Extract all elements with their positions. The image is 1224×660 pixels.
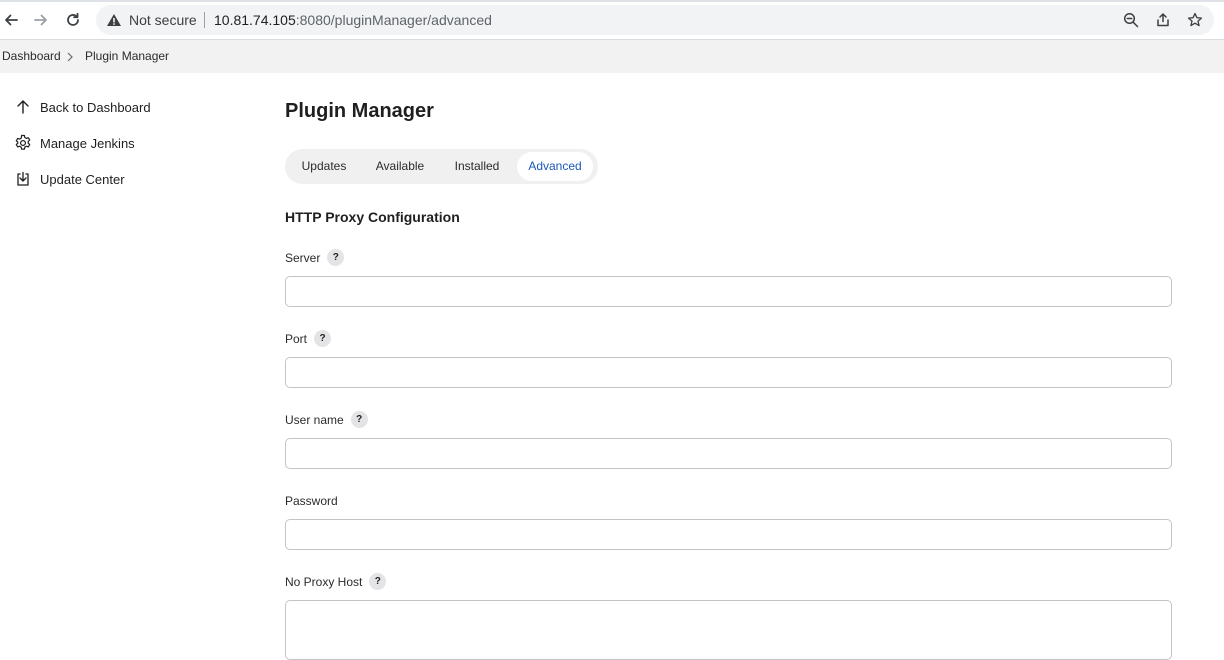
- tab-strip-edge: [0, 0, 1224, 2]
- arrow-up-icon: [14, 98, 32, 116]
- gear-icon: [14, 134, 32, 152]
- section-title: HTTP Proxy Configuration: [285, 209, 460, 225]
- bookmark-star-icon[interactable]: [1187, 12, 1203, 28]
- sidebar-item-label: Back to Dashboard: [40, 99, 151, 115]
- back-icon[interactable]: [0, 9, 22, 31]
- field-label-text: Port: [285, 331, 308, 346]
- tab-bar: Updates Available Installed Advanced: [285, 149, 598, 184]
- breadcrumb-dashboard[interactable]: Dashboard: [2, 49, 61, 63]
- field-label-text: User name: [285, 412, 344, 427]
- chevron-right-icon: [66, 50, 74, 62]
- warning-icon[interactable]: [106, 13, 122, 27]
- username-input[interactable]: [285, 438, 1172, 469]
- field-label-text: Server: [285, 250, 321, 265]
- url-path: :8080/pluginManager/advanced: [295, 12, 492, 28]
- no-proxy-host-field-label: No Proxy Host ?: [285, 573, 387, 590]
- sidebar-item-manage-jenkins[interactable]: Manage Jenkins: [14, 133, 135, 153]
- no-proxy-host-textarea[interactable]: [285, 600, 1172, 660]
- address-bar[interactable]: Not secure 10.81.74.105:8080/pluginManag…: [96, 5, 1214, 35]
- port-field-label: Port ?: [285, 330, 332, 347]
- server-input[interactable]: [285, 276, 1172, 307]
- server-field-label: Server ?: [285, 249, 345, 266]
- password-field-label: Password: [285, 494, 338, 508]
- username-field-label: User name ?: [285, 411, 368, 428]
- browser-toolbar: Not secure 10.81.74.105:8080/pluginManag…: [0, 0, 1224, 40]
- password-input[interactable]: [285, 519, 1172, 550]
- breadcrumb: Dashboard Plugin Manager: [0, 40, 1224, 73]
- port-input[interactable]: [285, 357, 1172, 388]
- url-divider: [204, 12, 205, 28]
- sidebar-item-label: Manage Jenkins: [40, 135, 135, 151]
- zoom-icon[interactable]: [1123, 12, 1139, 28]
- field-label-text: Password: [285, 494, 338, 508]
- breadcrumb-plugin-manager[interactable]: Plugin Manager: [85, 49, 169, 63]
- help-icon[interactable]: ?: [350, 411, 368, 428]
- security-status-label[interactable]: Not secure: [129, 12, 197, 28]
- sidebar-item-update-center[interactable]: Update Center: [14, 169, 125, 189]
- help-icon[interactable]: ?: [369, 573, 387, 590]
- tab-available[interactable]: Available: [365, 152, 435, 181]
- share-icon[interactable]: [1155, 12, 1171, 28]
- tab-installed[interactable]: Installed: [443, 152, 511, 181]
- sidebar-item-label: Update Center: [40, 171, 125, 187]
- help-icon[interactable]: ?: [314, 330, 332, 347]
- help-icon[interactable]: ?: [327, 249, 345, 266]
- url-host: 10.81.74.105: [214, 12, 296, 28]
- download-icon: [14, 170, 32, 188]
- sidebar-item-back-to-dashboard[interactable]: Back to Dashboard: [14, 97, 151, 117]
- url-text[interactable]: 10.81.74.105:8080/pluginManager/advanced: [214, 12, 492, 28]
- reload-icon[interactable]: [62, 9, 84, 31]
- forward-icon[interactable]: [30, 9, 52, 31]
- page-title: Plugin Manager: [285, 100, 434, 122]
- tab-updates[interactable]: Updates: [291, 152, 357, 181]
- field-label-text: No Proxy Host: [285, 574, 363, 589]
- tab-advanced[interactable]: Advanced: [517, 152, 593, 181]
